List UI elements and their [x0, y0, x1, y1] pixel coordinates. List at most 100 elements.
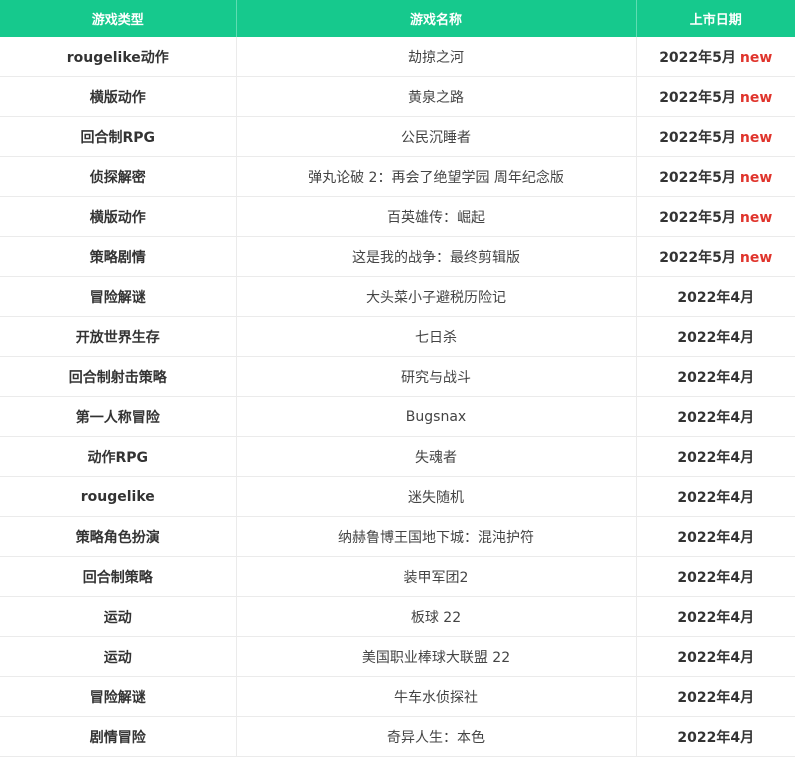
game-type-cell: 运动: [0, 596, 237, 637]
release-date-cell: 2022年5月 new: [636, 156, 795, 197]
table-row: 策略剧情 这是我的战争：最终剪辑版 2022年5月 new: [0, 236, 795, 277]
release-date-text: 2022年5月: [659, 169, 736, 186]
release-date-text: 2022年4月: [677, 289, 755, 306]
release-date-text: 2022年4月: [677, 569, 755, 586]
game-type-cell: 横版动作: [0, 76, 237, 117]
table-row: rougelike动作 劫掠之河 2022年5月 new: [0, 37, 795, 77]
release-date-text: 2022年4月: [677, 729, 755, 746]
table-row: 冒险解谜 牛车水侦探社 2022年4月: [0, 676, 795, 717]
game-name-cell: 研究与战斗: [236, 356, 637, 397]
game-name-cell: 板球 22: [236, 596, 637, 637]
game-type-cell: 策略剧情: [0, 236, 237, 277]
game-type-cell: 剧情冒险: [0, 716, 237, 757]
table-row: 运动 板球 22 2022年4月: [0, 596, 795, 637]
release-date-cell: 2022年4月: [636, 396, 795, 437]
new-badge: new: [739, 89, 773, 106]
release-date-cell: 2022年4月: [636, 716, 795, 757]
release-date-cell: 2022年4月: [636, 636, 795, 677]
game-release-table: 游戏类型 游戏名称 上市日期 rougelike动作 劫掠之河 2022年5月 new…: [0, 0, 795, 757]
game-name-cell: 劫掠之河: [236, 37, 637, 77]
release-date-text: 2022年4月: [677, 409, 755, 426]
release-date-text: 2022年4月: [677, 369, 755, 386]
release-date-text: 2022年5月: [659, 129, 736, 146]
game-name-cell: 美国职业棒球大联盟 22: [236, 636, 637, 677]
new-badge: new: [739, 209, 773, 226]
release-date-text: 2022年4月: [677, 329, 755, 346]
release-date-cell: 2022年5月 new: [636, 196, 795, 237]
table-row: 策略角色扮演 纳赫鲁博王国地下城：混沌护符 2022年4月: [0, 516, 795, 557]
game-type-cell: 冒险解谜: [0, 276, 237, 317]
game-type-cell: rougelike: [0, 476, 237, 517]
release-date-text: 2022年5月: [659, 209, 736, 226]
release-date-cell: 2022年4月: [636, 356, 795, 397]
game-name-cell: 装甲军团2: [236, 556, 637, 597]
game-type-cell: rougelike动作: [0, 37, 237, 77]
game-type-cell: 横版动作: [0, 196, 237, 237]
new-badge: new: [739, 169, 773, 186]
table-row: 第一人称冒险 Bugsnax 2022年4月: [0, 396, 795, 437]
table-row: 横版动作 黄泉之路 2022年5月 new: [0, 76, 795, 117]
game-name-cell: 迷失随机: [236, 476, 637, 517]
table-row: 开放世界生存 七日杀 2022年4月: [0, 316, 795, 357]
game-type-cell: 回合制策略: [0, 556, 237, 597]
release-date-text: 2022年4月: [677, 609, 755, 626]
release-date-cell: 2022年4月: [636, 276, 795, 317]
header-release-date: 上市日期: [636, 0, 795, 37]
table-row: 回合制RPG 公民沉睡者 2022年5月 new: [0, 116, 795, 157]
new-badge: new: [739, 129, 773, 146]
release-date-text: 2022年4月: [677, 529, 755, 546]
release-date-cell: 2022年4月: [636, 436, 795, 477]
new-badge: new: [739, 49, 773, 66]
release-date-text: 2022年4月: [677, 489, 755, 506]
table-row: 运动 美国职业棒球大联盟 22 2022年4月: [0, 636, 795, 677]
header-row: 游戏类型 游戏名称 上市日期: [0, 0, 795, 37]
release-date-cell: 2022年4月: [636, 676, 795, 717]
release-date-cell: 2022年5月 new: [636, 236, 795, 277]
game-name-cell: 弹丸论破 2：再会了绝望学园 周年纪念版: [236, 156, 637, 197]
release-date-text: 2022年4月: [677, 689, 755, 706]
game-name-cell: Bugsnax: [236, 396, 637, 437]
table-row: 回合制射击策略 研究与战斗 2022年4月: [0, 356, 795, 397]
release-date-text: 2022年5月: [659, 49, 736, 66]
release-date-cell: 2022年4月: [636, 476, 795, 517]
game-type-cell: 开放世界生存: [0, 316, 237, 357]
game-type-cell: 侦探解密: [0, 156, 237, 197]
game-type-cell: 运动: [0, 636, 237, 677]
game-name-cell: 奇异人生：本色: [236, 716, 637, 757]
game-type-cell: 回合制射击策略: [0, 356, 237, 397]
new-badge: new: [739, 249, 773, 266]
release-date-text: 2022年5月: [659, 89, 736, 106]
release-date-cell: 2022年4月: [636, 316, 795, 357]
table-row: 回合制策略 装甲军团2 2022年4月: [0, 556, 795, 597]
release-date-cell: 2022年5月 new: [636, 116, 795, 157]
release-date-text: 2022年4月: [677, 449, 755, 466]
release-date-cell: 2022年5月 new: [636, 76, 795, 117]
table-row: 剧情冒险 奇异人生：本色 2022年4月: [0, 716, 795, 757]
release-date-cell: 2022年5月 new: [636, 37, 795, 77]
header-game-name: 游戏名称: [236, 0, 637, 37]
game-name-cell: 牛车水侦探社: [236, 676, 637, 717]
game-name-cell: 黄泉之路: [236, 76, 637, 117]
game-type-cell: 动作RPG: [0, 436, 237, 477]
table-row: 动作RPG 失魂者 2022年4月: [0, 436, 795, 477]
game-name-cell: 失魂者: [236, 436, 637, 477]
table-row: rougelike 迷失随机 2022年4月: [0, 476, 795, 517]
game-type-cell: 策略角色扮演: [0, 516, 237, 557]
table-header: 游戏类型 游戏名称 上市日期: [0, 0, 795, 37]
game-name-cell: 纳赫鲁博王国地下城：混沌护符: [236, 516, 637, 557]
game-name-cell: 这是我的战争：最终剪辑版: [236, 236, 637, 277]
game-name-cell: 七日杀: [236, 316, 637, 357]
release-date-cell: 2022年4月: [636, 596, 795, 637]
game-type-cell: 回合制RPG: [0, 116, 237, 157]
header-game-type: 游戏类型: [0, 0, 237, 37]
release-date-text: 2022年4月: [677, 649, 755, 666]
game-name-cell: 大头菜小子避税历险记: [236, 276, 637, 317]
game-name-cell: 百英雄传：崛起: [236, 196, 637, 237]
game-name-cell: 公民沉睡者: [236, 116, 637, 157]
table-row: 横版动作 百英雄传：崛起 2022年5月 new: [0, 196, 795, 237]
release-date-text: 2022年5月: [659, 249, 736, 266]
game-type-cell: 第一人称冒险: [0, 396, 237, 437]
table-row: 冒险解谜 大头菜小子避税历险记 2022年4月: [0, 276, 795, 317]
table-body: rougelike动作 劫掠之河 2022年5月 new 横版动作 黄泉之路 2022年5月…: [0, 37, 795, 757]
release-date-cell: 2022年4月: [636, 516, 795, 557]
